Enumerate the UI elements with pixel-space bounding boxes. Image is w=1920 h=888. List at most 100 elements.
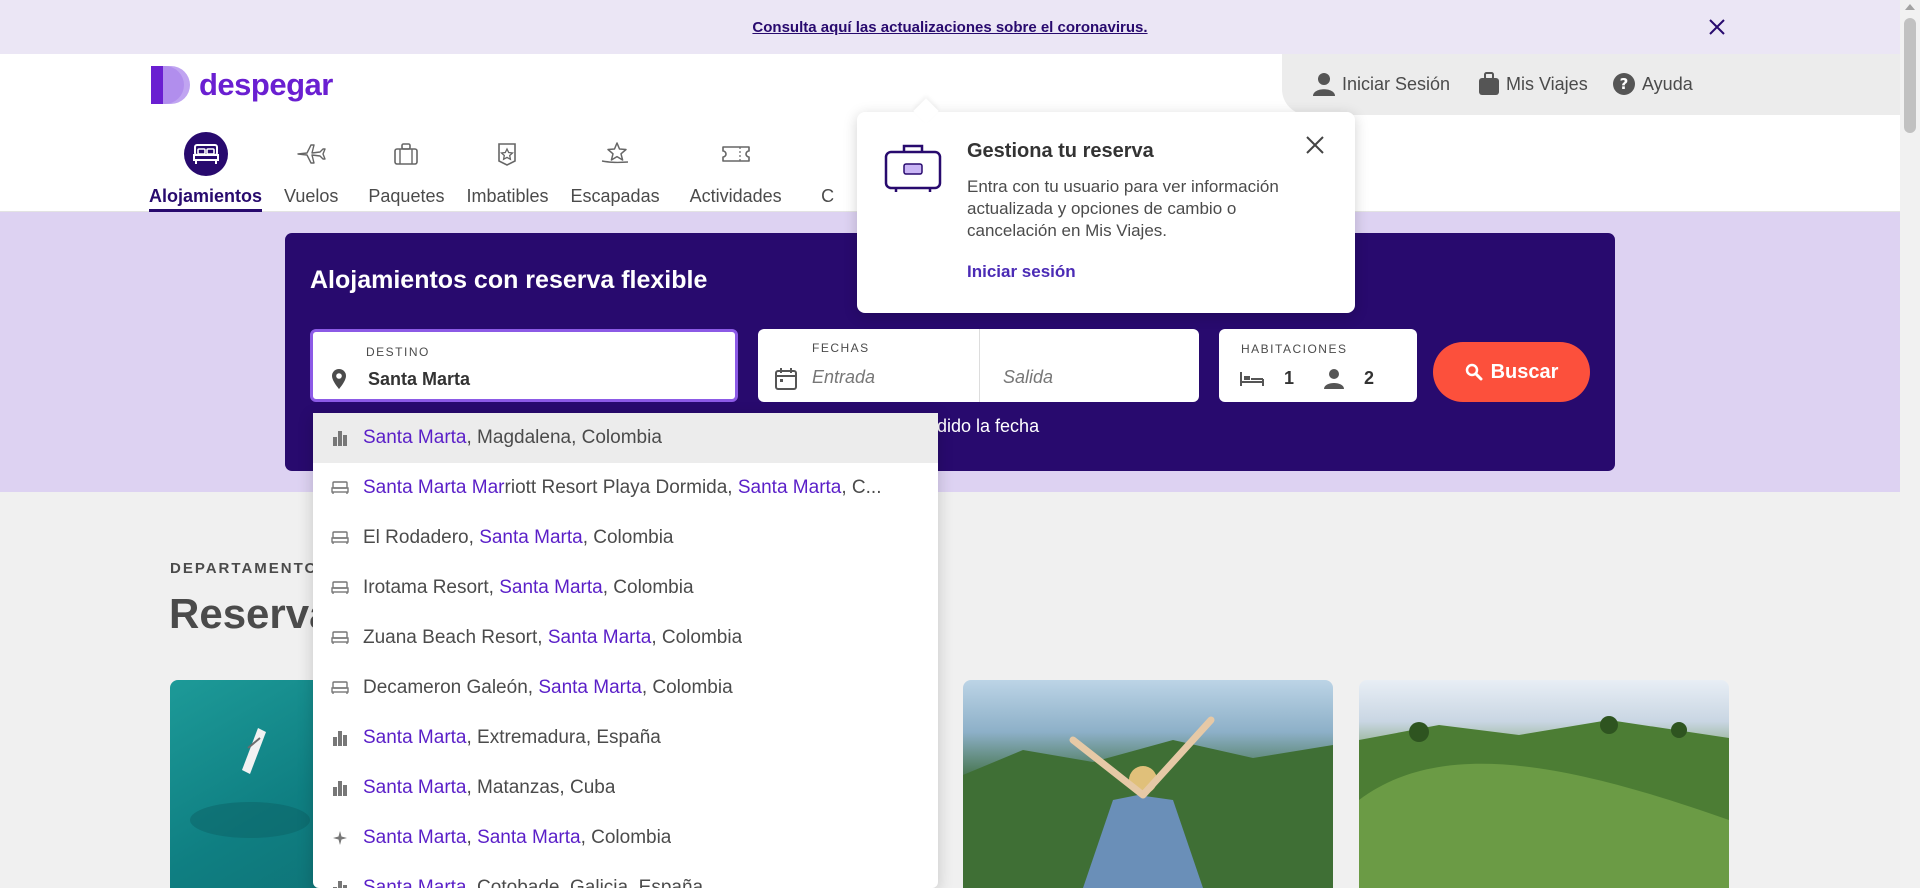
help-button[interactable]: ? Ayuda <box>1612 70 1693 98</box>
autocomplete-option-label: Santa Marta, Magdalena, Colombia <box>363 427 662 448</box>
city-icon <box>331 779 349 797</box>
suitcase-icon <box>394 143 419 165</box>
tab-paquetes[interactable]: Paquetes <box>368 130 444 212</box>
autocomplete-option-label: Santa Marta, Matanzas, Cuba <box>363 777 616 798</box>
my-trips-label: Mis Viajes <box>1506 73 1588 94</box>
hiker-image <box>963 716 1333 888</box>
hotel-icon <box>331 479 349 497</box>
search-button-label: Buscar <box>1490 360 1559 383</box>
badge-star-icon <box>498 143 517 166</box>
rooms-field[interactable]: HABITACIONES 1 2 <box>1219 329 1417 402</box>
guest-icon <box>1324 369 1344 389</box>
search-title: Alojamientos con reserva flexible <box>310 266 708 294</box>
ticket-icon <box>721 146 750 162</box>
section-kicker: DEPARTAMENTOS <box>170 560 331 577</box>
close-icon[interactable] <box>1705 15 1729 39</box>
logo-mark-icon <box>151 66 190 104</box>
tab-label: C <box>821 186 835 206</box>
autocomplete-option-label: Irotama Resort, Santa Marta, Colombia <box>363 577 694 598</box>
login-label: Iniciar Sesión <box>1342 73 1451 94</box>
bed-icon <box>192 144 219 164</box>
bed-icon <box>1240 372 1264 386</box>
popup-title: Gestiona tu reserva <box>967 140 1154 162</box>
autocomplete-option[interactable]: Irotama Resort, Santa Marta, Colombia <box>313 563 938 613</box>
login-button[interactable]: Iniciar Sesión <box>1312 70 1450 98</box>
product-nav: Alojamientos Vuelos Paquetes Imbatibles … <box>149 130 850 212</box>
tab-vuelos[interactable]: Vuelos <box>284 130 338 212</box>
close-icon[interactable] <box>1305 135 1325 155</box>
destination-card-image[interactable] <box>1359 680 1729 888</box>
city-icon <box>331 729 349 747</box>
autocomplete-option[interactable]: Santa Marta Marriott Resort Playa Dormid… <box>313 463 938 513</box>
user-icon <box>1313 73 1335 96</box>
despegar-logo[interactable]: despegar <box>149 64 333 106</box>
autocomplete-option-label: Decameron Galeón, Santa Marta, Colombia <box>363 677 733 698</box>
checkout-input[interactable]: Salida <box>1003 367 1053 388</box>
checkin-input[interactable]: Entrada <box>812 367 875 388</box>
dates-divider <box>979 329 980 402</box>
my-trips-button[interactable]: Mis Viajes <box>1478 70 1588 98</box>
help-label: Ayuda <box>1642 73 1693 94</box>
account-menu: Iniciar Sesión Mis Viajes ? Ayuda <box>1282 54 1900 115</box>
dates-field[interactable]: FECHAS Entrada Salida <box>758 329 1199 402</box>
tab-imbatibles[interactable]: Imbatibles <box>466 130 549 212</box>
popup-body: Entra con tu usuario para ver informació… <box>967 177 1279 240</box>
calendar-icon <box>775 368 797 390</box>
autocomplete-option[interactable]: Santa Marta, Extremadura, España <box>313 713 938 763</box>
autocomplete-dropdown: Santa Marta, Magdalena, Colombia Santa Ma… <box>313 413 938 888</box>
scroll-up-arrow[interactable] <box>1905 4 1915 10</box>
destination-field[interactable]: DESTINO <box>310 329 738 402</box>
destination-card-image[interactable] <box>963 680 1333 888</box>
tab-label: Imbatibles <box>466 186 549 206</box>
tab-partial[interactable]: C <box>806 130 850 212</box>
autocomplete-option[interactable]: Zuana Beach Resort, Santa Marta, Colombi… <box>313 613 938 663</box>
coronavirus-updates-link[interactable]: Consulta aquí las actualizaciones sobre … <box>752 19 1147 36</box>
autocomplete-option-label: Santa Marta, Extremadura, España <box>363 727 661 748</box>
autocomplete-option[interactable]: Santa Marta, Cotobade, Galicia, España <box>313 863 938 888</box>
autocomplete-option[interactable]: Santa Marta, Matanzas, Cuba <box>313 763 938 813</box>
luggage-icon <box>884 144 942 192</box>
search-icon <box>1465 363 1483 381</box>
hotel-icon <box>331 579 349 597</box>
tab-actividades[interactable]: Actividades <box>690 130 782 212</box>
flexible-date-text: dido la fecha <box>937 416 1040 436</box>
dates-label: FECHAS <box>812 341 870 355</box>
city-icon <box>331 429 349 447</box>
autocomplete-option[interactable]: El Rodadero, Santa Marta, Colombia <box>313 513 938 563</box>
popup-login-link[interactable]: Iniciar sesión <box>967 262 1076 282</box>
hotel-icon <box>331 629 349 647</box>
search-button[interactable]: Buscar <box>1433 342 1590 402</box>
location-pin-icon <box>332 369 346 389</box>
scrollbar[interactable] <box>1900 0 1920 888</box>
scroll-thumb[interactable] <box>1904 18 1916 133</box>
autocomplete-option-label: El Rodadero, Santa Marta, Colombia <box>363 527 674 548</box>
star-swoosh-icon <box>601 142 629 164</box>
autocomplete-option[interactable]: Santa Marta, Magdalena, Colombia <box>313 413 938 463</box>
rooms-count: 1 <box>1284 368 1295 388</box>
suitcase-icon <box>1479 72 1499 95</box>
tab-label: Vuelos <box>284 186 339 206</box>
tab-label: Alojamientos <box>149 186 263 206</box>
hills-image <box>1359 716 1729 888</box>
rooms-label: HABITACIONES <box>1241 342 1348 356</box>
hotel-icon <box>331 679 349 697</box>
autocomplete-option-label: Zuana Beach Resort, Santa Marta, Colombi… <box>363 627 743 648</box>
autocomplete-option[interactable]: Decameron Galeón, Santa Marta, Colombia <box>313 663 938 713</box>
tab-alojamientos[interactable]: Alojamientos <box>149 130 263 212</box>
hotel-icon <box>331 529 349 547</box>
tab-label: Actividades <box>689 186 782 206</box>
autocomplete-option[interactable]: Santa Marta, Santa Marta, Colombia <box>313 813 938 863</box>
destination-input[interactable] <box>368 369 708 390</box>
attraction-icon <box>331 829 349 847</box>
tab-label: Escapadas <box>570 186 660 206</box>
manage-booking-popup: Gestiona tu reserva Entra con tu usuario… <box>857 112 1355 313</box>
svg-text:?: ? <box>1620 75 1629 93</box>
guests-count: 2 <box>1364 368 1375 388</box>
help-icon: ? <box>1613 73 1635 95</box>
plane-icon <box>297 144 326 164</box>
logo-text: despegar <box>199 67 333 102</box>
section-title: Reserva <box>169 590 333 637</box>
autocomplete-option-label: Santa Marta Marriott Resort Playa Dormid… <box>363 477 882 498</box>
autocomplete-option-label: Santa Marta, Cotobade, Galicia, España <box>363 877 704 888</box>
tab-escapadas[interactable]: Escapadas <box>571 130 660 212</box>
